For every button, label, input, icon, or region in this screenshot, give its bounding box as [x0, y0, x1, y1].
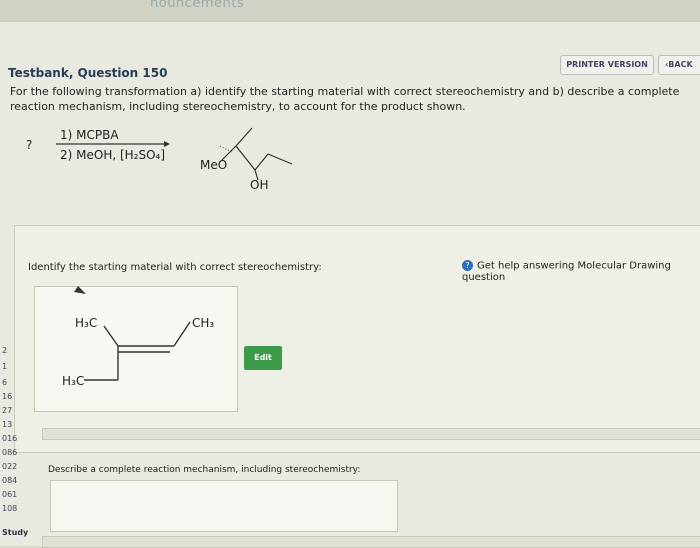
announcements-label[interactable]: nouncements	[150, 0, 244, 11]
help-link[interactable]: ? Get help answering Molecular Drawing qu…	[462, 260, 700, 283]
study-link[interactable]: Study	[2, 528, 28, 537]
reaction-diagram	[56, 127, 293, 181]
sm-bond-1	[103, 325, 119, 347]
sidebar-item[interactable]: 061	[2, 490, 17, 499]
cursor-icon	[74, 286, 86, 294]
help-icon: ?	[462, 260, 473, 271]
help-text: Get help answering Molecular Drawing que…	[462, 260, 671, 283]
atom-h3c-bottom: H₃C	[62, 374, 85, 388]
product-bond-top	[235, 127, 253, 147]
mechanism-label: Describe a complete reaction mechanism, …	[48, 465, 361, 475]
sidebar-item[interactable]: 086	[2, 448, 17, 457]
back-button[interactable]: ‹BACK	[658, 55, 700, 75]
sidebar-item[interactable]: 16	[2, 392, 12, 401]
product-oh-label: OH	[250, 178, 269, 192]
product-bond-right	[267, 153, 293, 165]
identify-label: Identify the starting material with corr…	[28, 262, 322, 273]
product-bond-2	[235, 145, 256, 171]
sidebar-item[interactable]: 108	[2, 504, 17, 513]
question-text: For the following transformation a) iden…	[10, 85, 680, 113]
sidebar-item[interactable]: 13	[2, 420, 12, 429]
product-meo-label: MeO	[200, 158, 228, 172]
sidebar-item[interactable]: 1	[2, 362, 7, 371]
atom-ch3: CH₃	[192, 316, 215, 330]
sidebar-item[interactable]: 27	[2, 406, 12, 415]
top-bar: nouncements	[0, 0, 700, 22]
sidebar-item[interactable]: 084	[2, 476, 17, 485]
sidebar-item[interactable]: 016	[2, 434, 17, 443]
starting-material-structure	[74, 286, 191, 381]
question-title: Testbank, Question 150	[8, 66, 168, 80]
left-sidebar: 2 1 6 16 27 13 016 086 022 084 061 108	[0, 330, 40, 546]
printer-version-button[interactable]: PRINTER VERSION	[560, 55, 654, 75]
sidebar-item[interactable]: 6	[2, 378, 7, 387]
sm-bond-2	[173, 321, 191, 347]
edit-button[interactable]: Edit	[244, 346, 282, 370]
product-bond-3	[254, 153, 269, 171]
sidebar-item[interactable]: 2	[2, 346, 7, 355]
back-label: BACK	[668, 60, 693, 69]
reaction-arrowhead	[164, 141, 170, 147]
sidebar-item[interactable]: 022	[2, 462, 17, 471]
mechanism-textarea[interactable]	[50, 480, 398, 532]
section-divider-1	[42, 428, 700, 440]
section-divider-2	[42, 536, 700, 548]
atom-h3c-top: H₃C	[75, 316, 98, 330]
